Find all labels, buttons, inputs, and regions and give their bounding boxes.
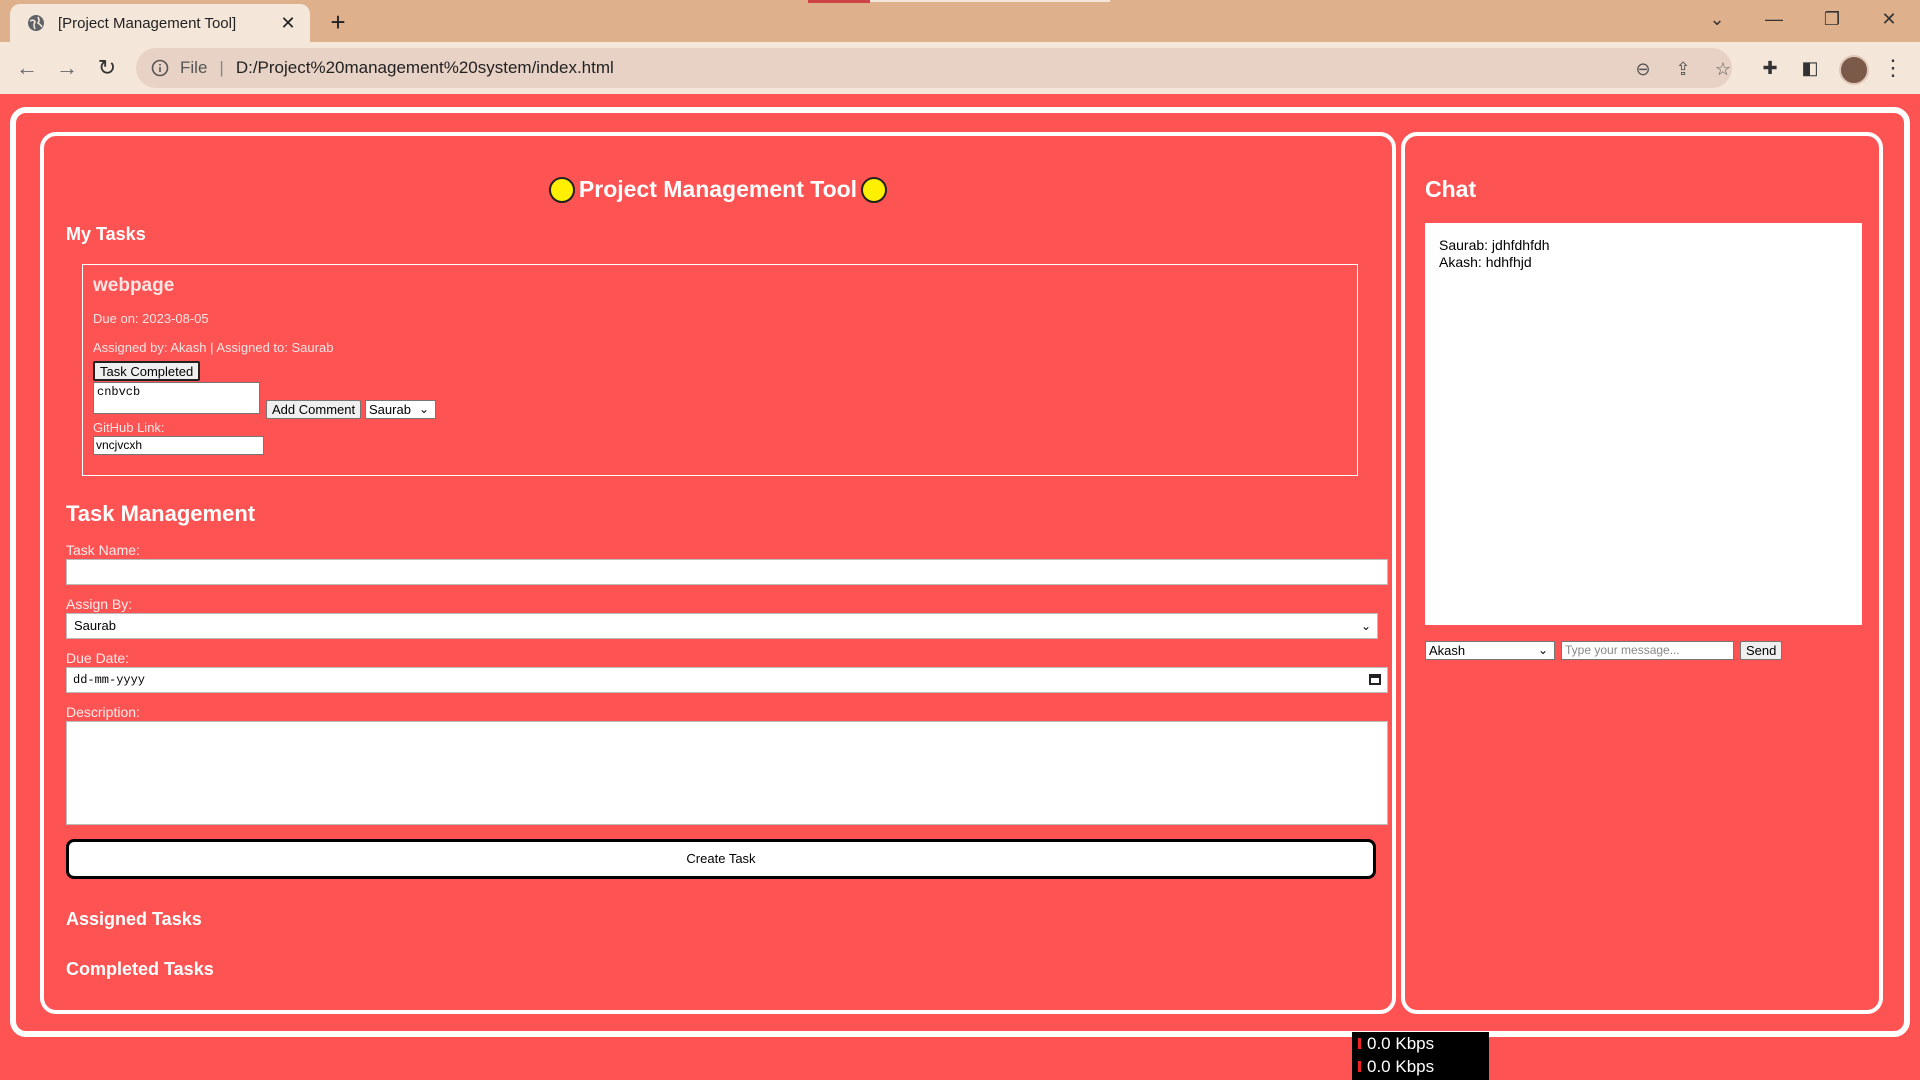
browser-toolbar: ← → ↻ File | D:/Project%20management%20s… bbox=[0, 42, 1920, 94]
tab-strip: [Project Management Tool] ✕ + ⌄ — ❐ ✕ bbox=[0, 0, 1920, 42]
task-assignment: Assigned by: Akash | Assigned to: Saurab bbox=[93, 340, 334, 355]
chat-panel: Chat Saurab: jdhfdhfdh Akash: hdhfhjd Ak… bbox=[1401, 132, 1883, 1014]
my-tasks-heading: My Tasks bbox=[66, 224, 146, 244]
tab-search-icon[interactable]: ⌄ bbox=[1694, 0, 1740, 40]
assign-by-value: Saurab bbox=[74, 618, 116, 633]
task-management-heading: Task Management bbox=[66, 501, 256, 526]
due-date-input[interactable]: dd-mm-yyyy bbox=[66, 667, 1388, 693]
upload-speed-text: 0.0 Kbps bbox=[1367, 1034, 1435, 1053]
task-due-date: Due on: 2023-08-05 bbox=[93, 311, 209, 326]
chat-messages: Saurab: jdhfdhfdh Akash: hdhfhjd bbox=[1425, 223, 1862, 625]
github-link-input[interactable]: vncjvcxh bbox=[93, 436, 264, 455]
download-bar bbox=[1358, 1061, 1361, 1072]
comment-textarea[interactable]: cnbvcb bbox=[93, 382, 260, 414]
chevron-down-icon: ⌄ bbox=[1360, 619, 1371, 633]
chat-message: Saurab: jdhfdhfdh bbox=[1439, 237, 1550, 253]
address-bar[interactable]: File | D:/Project%20management%20system/… bbox=[136, 48, 1732, 88]
task-name-input[interactable] bbox=[66, 559, 1388, 585]
tab-close-icon[interactable]: ✕ bbox=[274, 13, 302, 34]
scheme-label: File bbox=[180, 58, 208, 77]
url-text[interactable]: D:/Project%20management%20system/index.h… bbox=[236, 58, 614, 78]
page-title: Project Management Tool bbox=[44, 176, 1392, 203]
download-speed-text: 0.0 Kbps bbox=[1367, 1057, 1435, 1076]
comment-user-select[interactable]: Saurab ⌄ bbox=[365, 400, 436, 419]
bookmark-star-icon[interactable]: ☆ bbox=[1712, 58, 1734, 80]
due-date-placeholder: dd-mm-yyyy bbox=[73, 673, 146, 687]
omnibox-divider: | bbox=[219, 58, 224, 77]
chat-sender-select[interactable]: Akash ⌄ bbox=[1425, 641, 1555, 660]
upload-bar bbox=[1358, 1038, 1361, 1049]
new-tab-icon[interactable]: + bbox=[322, 8, 354, 36]
profile-avatar[interactable] bbox=[1839, 55, 1869, 85]
share-icon[interactable]: ⇪ bbox=[1672, 58, 1694, 80]
sun-icon bbox=[861, 176, 888, 203]
main-panel: Project Management Tool My Tasks webpage… bbox=[40, 132, 1396, 1014]
browser-tab[interactable]: [Project Management Tool] ✕ bbox=[10, 4, 310, 42]
extensions-icon[interactable]: ✚ bbox=[1758, 56, 1782, 80]
forward-icon[interactable]: → bbox=[53, 54, 81, 82]
task-name-label: Task Name: bbox=[66, 542, 140, 558]
task-completed-button[interactable]: Task Completed bbox=[93, 361, 201, 381]
sun-icon bbox=[548, 176, 575, 203]
assign-by-select[interactable]: Saurab ⌄ bbox=[66, 613, 1378, 639]
upload-speed: 0.0 Kbps bbox=[1358, 1032, 1489, 1055]
tab-accent-light bbox=[870, 0, 1110, 2]
chevron-down-icon: ⌄ bbox=[1537, 643, 1548, 657]
zoom-icon[interactable]: ⊖ bbox=[1632, 58, 1654, 80]
due-date-label: Due Date: bbox=[66, 650, 130, 666]
info-icon[interactable] bbox=[150, 58, 170, 78]
assigned-tasks-heading: Assigned Tasks bbox=[66, 909, 202, 929]
task-card: webpage Due on: 2023-08-05 Assigned by: … bbox=[82, 264, 1358, 476]
network-speed-widget: 0.0 Kbps 0.0 Kbps bbox=[1352, 1032, 1489, 1080]
download-speed: 0.0 Kbps bbox=[1358, 1055, 1489, 1078]
send-button[interactable]: Send bbox=[1740, 641, 1783, 660]
page-title-text: Project Management Tool bbox=[578, 176, 858, 202]
tab-accent bbox=[808, 0, 870, 3]
completed-tasks-heading: Completed Tasks bbox=[66, 959, 214, 979]
comment-user-value: Saurab bbox=[369, 402, 411, 417]
browser-menu-icon[interactable]: ⋮ bbox=[1882, 54, 1904, 82]
calendar-icon[interactable] bbox=[1369, 674, 1381, 685]
tab-title: [Project Management Tool] bbox=[58, 14, 237, 32]
assign-by-label: Assign By: bbox=[66, 596, 133, 612]
github-link-label: GitHub Link: bbox=[93, 420, 165, 435]
restore-icon[interactable]: ❐ bbox=[1809, 0, 1855, 40]
side-panel-icon[interactable]: ◧ bbox=[1798, 56, 1822, 80]
chat-sender-value: Akash bbox=[1429, 643, 1466, 658]
minimize-icon[interactable]: — bbox=[1751, 0, 1797, 40]
globe-icon bbox=[28, 15, 44, 31]
description-textarea[interactable] bbox=[66, 721, 1388, 825]
reload-icon[interactable]: ↻ bbox=[93, 54, 121, 82]
chat-heading: Chat bbox=[1425, 176, 1477, 202]
back-icon[interactable]: ← bbox=[13, 54, 41, 82]
description-label: Description: bbox=[66, 704, 140, 720]
add-comment-button[interactable]: Add Comment bbox=[266, 400, 362, 419]
close-window-icon[interactable]: ✕ bbox=[1866, 0, 1912, 40]
create-task-button[interactable]: Create Task bbox=[66, 839, 1376, 879]
chevron-down-icon: ⌄ bbox=[418, 402, 429, 416]
chat-message-input[interactable]: Type your message... bbox=[1561, 641, 1734, 660]
task-name: webpage bbox=[93, 275, 175, 296]
chat-message: Akash: hdhfhjd bbox=[1439, 254, 1532, 270]
